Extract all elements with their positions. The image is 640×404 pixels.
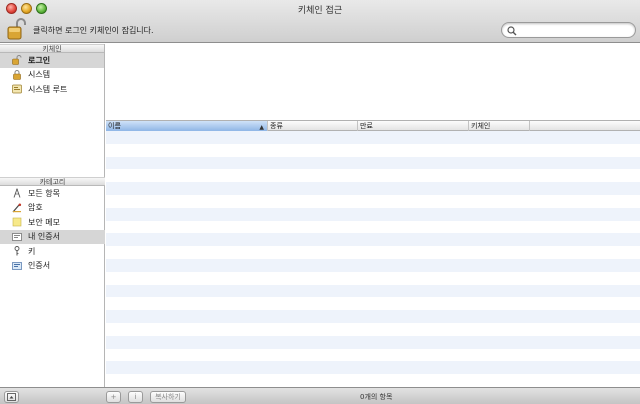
sidebar-item-secure-notes[interactable]: 보안 메모 [0, 215, 105, 230]
sidebar-item-label: 보안 메모 [28, 217, 60, 227]
get-info-button[interactable]: i [128, 391, 143, 403]
search-field[interactable] [501, 22, 636, 38]
column-header-name[interactable]: 이름 ▲ [106, 121, 268, 131]
certificate-icon [12, 261, 22, 270]
system-root-icon [12, 84, 22, 94]
sidebar-item-label: 내 인증서 [28, 232, 60, 242]
login-keychain-icon [12, 55, 22, 66]
system-lock-icon [13, 69, 21, 80]
item-count: 0개의 항목 [360, 393, 393, 401]
sidebar-item-label: 키 [28, 246, 36, 256]
copy-button[interactable]: 복사하기 [150, 391, 186, 403]
key-icon [14, 246, 20, 256]
categories-header: 카테고리 [0, 177, 105, 186]
add-item-button[interactable]: + [106, 391, 121, 403]
category-section: 카테고리 모든 항목 암호 보안 메모 내 인증서 키 인증서 [0, 177, 105, 273]
sidebar-item-system-root[interactable]: 시스템 루트 [0, 82, 104, 97]
unlocked-padlock-icon[interactable] [7, 18, 27, 40]
sidebar-item-passwords[interactable]: 암호 [0, 201, 105, 216]
sidebar-item-label: 시스템 [28, 70, 51, 80]
sidebar-item-label: 모든 항목 [28, 188, 60, 198]
sidebar-item-label: 암호 [28, 203, 43, 213]
all-items-icon [13, 188, 21, 198]
sidebar-item-label: 로그인 [28, 55, 51, 65]
password-icon [12, 203, 22, 213]
sidebar-item-keys[interactable]: 키 [0, 244, 105, 259]
sidebar-item-system[interactable]: 시스템 [0, 68, 104, 83]
table-header: 이름 ▲ 종류 만료 키체인 [106, 121, 640, 131]
secure-note-icon [12, 217, 22, 227]
sidebar-item-login[interactable]: 로그인 [0, 53, 104, 68]
window-title: 키체인 접근 [297, 6, 343, 16]
keychains-header: 키체인 [0, 44, 104, 53]
column-header-keychain[interactable]: 키체인 [469, 121, 530, 131]
bottom-bar: + i 복사하기 0개의 항목 [0, 387, 640, 404]
sidebar-item-certificates[interactable]: 인증서 [0, 259, 105, 274]
search-icon [507, 26, 517, 36]
sidebar: 키체인 로그인 시스템 시스템 루트 카테고리 모든 항목 암호 보안 메모 내… [0, 44, 105, 387]
items-table[interactable] [106, 131, 640, 387]
column-header-kind[interactable]: 종류 [268, 121, 358, 131]
toggle-sidebar-icon [7, 393, 16, 401]
item-preview-pane [106, 44, 640, 121]
show-keychains-toggle-button[interactable] [4, 391, 19, 403]
my-certificate-icon [12, 232, 22, 241]
sidebar-item-all-items[interactable]: 모든 항목 [0, 186, 105, 201]
sidebar-item-label: 시스템 루트 [28, 84, 68, 94]
sidebar-item-my-certificates[interactable]: 내 인증서 [0, 229, 105, 244]
lock-status-text: 클릭하면 로그인 키체인이 잠깁니다. [33, 26, 154, 35]
toolbar: 키체인 접근 클릭하면 로그인 키체인이 잠깁니다. [0, 0, 640, 43]
sidebar-item-label: 인증서 [28, 261, 51, 271]
column-header-expires[interactable]: 만료 [358, 121, 469, 131]
